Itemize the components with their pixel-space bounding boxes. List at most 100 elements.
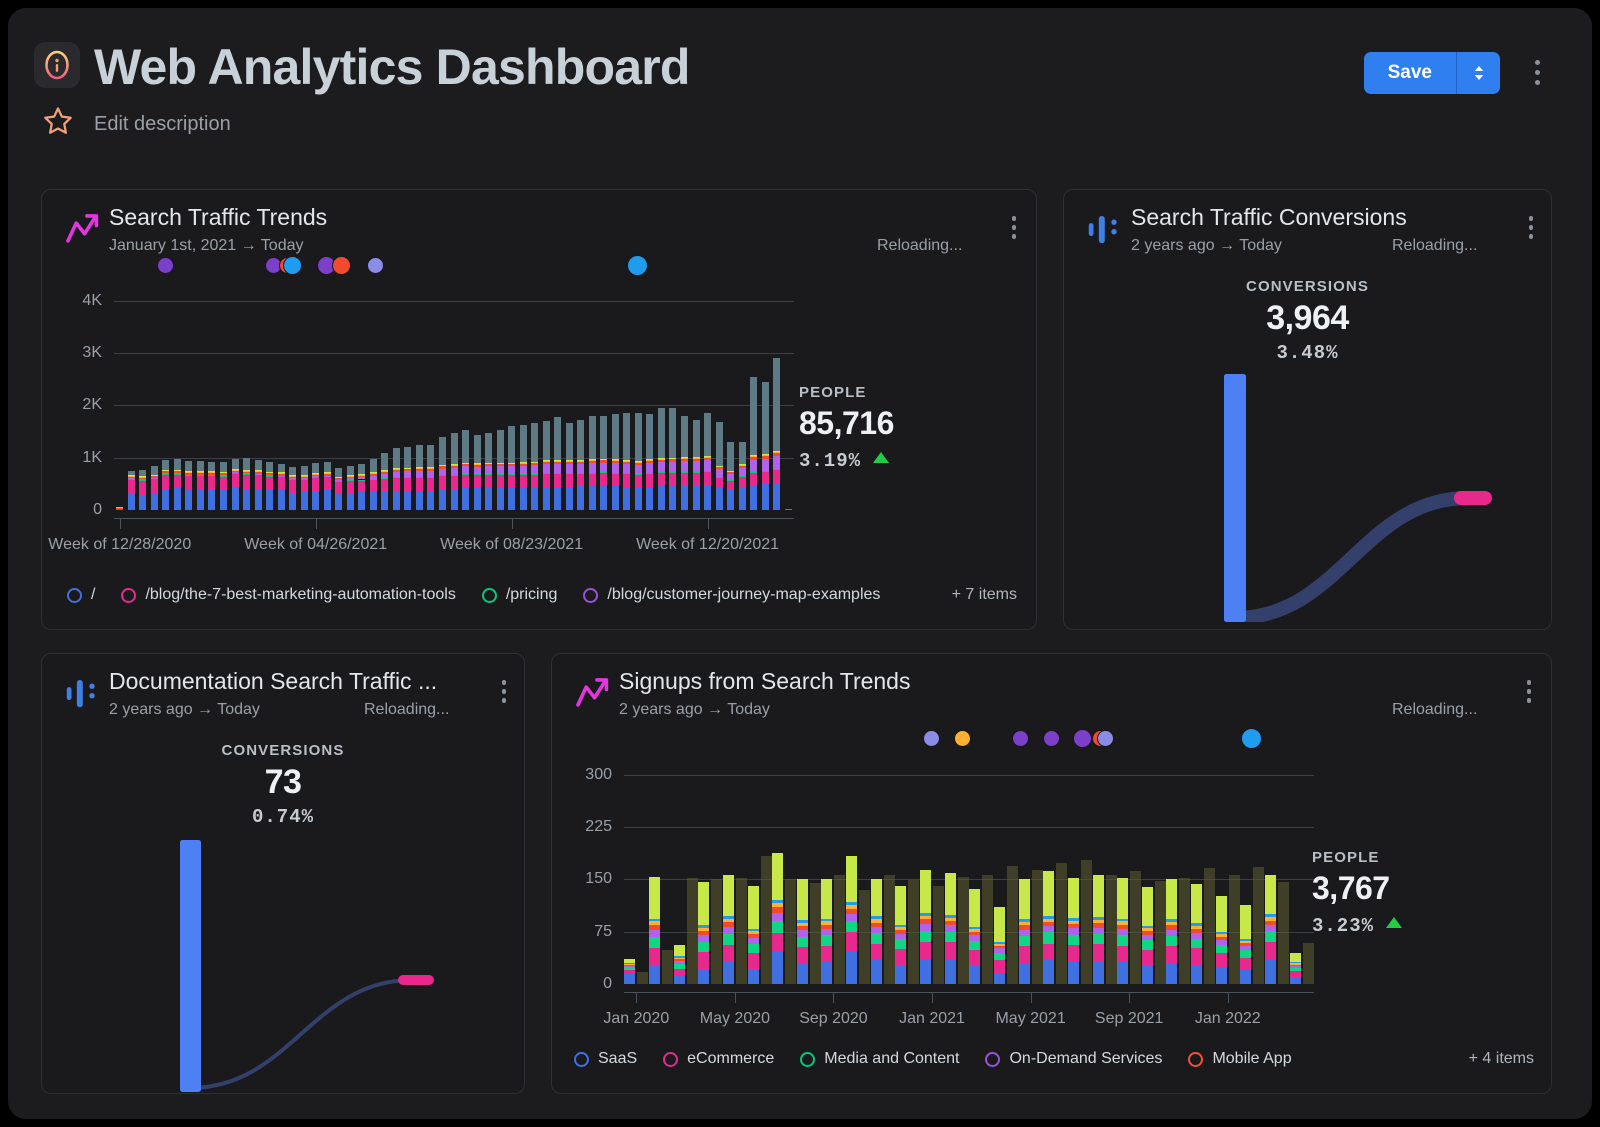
stacked-bar[interactable] bbox=[162, 460, 170, 510]
stacked-bar[interactable] bbox=[772, 852, 784, 984]
legend-item[interactable]: SaaS bbox=[574, 1050, 637, 1068]
stacked-bar[interactable] bbox=[358, 463, 366, 510]
stacked-bar[interactable] bbox=[519, 425, 527, 510]
star-icon[interactable] bbox=[42, 105, 74, 137]
card-overflow-menu-icon[interactable] bbox=[1528, 216, 1533, 243]
annotation-dot[interactable] bbox=[953, 729, 971, 747]
stacked-bar[interactable] bbox=[404, 446, 412, 510]
stacked-bar[interactable] bbox=[1166, 879, 1178, 984]
stacked-bar[interactable] bbox=[415, 444, 423, 510]
stacked-bar[interactable] bbox=[821, 879, 833, 984]
card-search-traffic-conversions[interactable]: Search Traffic Conversions 2 years ago →… bbox=[1063, 189, 1552, 630]
stacked-bar[interactable] bbox=[427, 444, 435, 510]
stacked-bar[interactable] bbox=[784, 508, 792, 510]
chevron-updown-icon[interactable] bbox=[1456, 52, 1500, 94]
stacked-bar[interactable] bbox=[738, 441, 746, 510]
legend-item[interactable]: Mobile App bbox=[1188, 1050, 1292, 1068]
stacked-bar[interactable] bbox=[969, 888, 981, 984]
funnel-step-bar-converted[interactable] bbox=[398, 975, 434, 985]
legend-more-items[interactable]: + 7 items bbox=[952, 586, 1017, 604]
funnel-step-bar-converted[interactable] bbox=[1454, 491, 1492, 505]
annotation-dot[interactable] bbox=[156, 256, 174, 274]
stacked-bar[interactable] bbox=[1141, 887, 1153, 984]
stacked-bar[interactable] bbox=[243, 458, 251, 510]
stacked-bar[interactable] bbox=[219, 462, 227, 510]
annotation-dot[interactable] bbox=[1012, 729, 1030, 747]
stacked-bar[interactable] bbox=[692, 420, 700, 510]
stacked-bar[interactable] bbox=[944, 872, 956, 984]
stacked-bar[interactable] bbox=[208, 461, 216, 510]
stacked-bar[interactable] bbox=[266, 461, 274, 510]
stacked-bar[interactable] bbox=[611, 414, 619, 510]
stacked-bar[interactable] bbox=[761, 381, 769, 510]
stacked-bar[interactable] bbox=[1018, 878, 1030, 984]
stacked-bar[interactable] bbox=[1067, 878, 1079, 984]
stacked-bar[interactable] bbox=[127, 471, 135, 510]
stacked-bar[interactable] bbox=[1191, 883, 1203, 984]
stacked-bar[interactable] bbox=[722, 875, 734, 984]
annotation-dot[interactable] bbox=[332, 255, 352, 275]
stacked-bar[interactable] bbox=[254, 460, 262, 510]
header-overflow-menu-icon[interactable] bbox=[1535, 60, 1540, 90]
legend-item[interactable]: /blog/the-7-best-marketing-automation-to… bbox=[121, 586, 456, 604]
save-button[interactable]: Save bbox=[1363, 52, 1456, 94]
annotation-dot[interactable] bbox=[922, 729, 940, 747]
stacked-bar[interactable] bbox=[698, 881, 710, 984]
annotation-dot[interactable] bbox=[627, 254, 649, 276]
stacked-bar[interactable] bbox=[139, 469, 147, 510]
stacked-bar[interactable] bbox=[673, 944, 685, 984]
stacked-bar[interactable] bbox=[323, 461, 331, 510]
stacked-bar[interactable] bbox=[369, 458, 377, 510]
annotation-dot[interactable] bbox=[367, 256, 385, 274]
stacked-bar[interactable] bbox=[277, 463, 285, 510]
card-overflow-menu-icon[interactable] bbox=[501, 680, 506, 707]
stacked-bar[interactable] bbox=[289, 467, 297, 510]
stacked-bar[interactable] bbox=[747, 885, 759, 984]
funnel-step-bar-start[interactable] bbox=[1224, 374, 1246, 622]
stacked-bar[interactable] bbox=[773, 358, 781, 510]
stacked-bar[interactable] bbox=[646, 414, 654, 510]
stacked-bar[interactable] bbox=[669, 407, 677, 510]
legend-item[interactable]: Media and Content bbox=[800, 1050, 959, 1068]
stacked-bar[interactable] bbox=[300, 466, 308, 510]
stacked-bar[interactable] bbox=[920, 869, 932, 984]
legend-item[interactable]: On-Demand Services bbox=[985, 1050, 1162, 1068]
stacked-bar[interactable] bbox=[1265, 875, 1277, 984]
stacked-bar[interactable] bbox=[681, 416, 688, 510]
stacked-bar[interactable] bbox=[312, 463, 320, 510]
edit-description-field[interactable]: Edit description bbox=[94, 111, 231, 137]
stacked-bar[interactable] bbox=[531, 422, 539, 510]
legend-item[interactable]: /blog/customer-journey-map-examples bbox=[583, 586, 880, 604]
annotation-dot[interactable] bbox=[283, 255, 303, 275]
annotation-dot[interactable] bbox=[1097, 729, 1115, 747]
stacked-bar[interactable] bbox=[657, 408, 665, 510]
legend-more-items[interactable]: + 4 items bbox=[1469, 1050, 1534, 1068]
stacked-bar[interactable] bbox=[116, 507, 124, 510]
stacked-bar[interactable] bbox=[1215, 895, 1227, 984]
stacked-bar[interactable] bbox=[485, 433, 493, 510]
stacked-bar[interactable] bbox=[1092, 875, 1104, 984]
stacked-bar[interactable] bbox=[1117, 878, 1129, 984]
stacked-bar[interactable] bbox=[150, 466, 158, 510]
stacked-bar[interactable] bbox=[542, 420, 550, 510]
stacked-bar[interactable] bbox=[750, 376, 758, 510]
stacked-bar[interactable] bbox=[1289, 952, 1301, 984]
stacked-bar[interactable] bbox=[392, 448, 400, 510]
stacked-bar[interactable] bbox=[231, 458, 239, 510]
annotation-dot[interactable] bbox=[1073, 728, 1093, 748]
stacked-bar[interactable] bbox=[727, 441, 735, 510]
stacked-bar[interactable] bbox=[496, 429, 504, 510]
stacked-bar[interactable] bbox=[1240, 905, 1252, 984]
stacked-bar[interactable] bbox=[796, 878, 808, 984]
stacked-bar[interactable] bbox=[462, 430, 470, 510]
stacked-bar[interactable] bbox=[554, 417, 562, 510]
legend-item[interactable]: eCommerce bbox=[663, 1050, 774, 1068]
legend-item[interactable]: / bbox=[67, 586, 95, 604]
stacked-bar[interactable] bbox=[450, 432, 458, 510]
stacked-bar[interactable] bbox=[438, 436, 446, 510]
stacked-bar[interactable] bbox=[704, 412, 712, 510]
stacked-bar[interactable] bbox=[715, 421, 723, 510]
stacked-bar[interactable] bbox=[196, 461, 204, 510]
stacked-bar[interactable] bbox=[846, 855, 858, 984]
stacked-bar[interactable] bbox=[346, 465, 354, 510]
